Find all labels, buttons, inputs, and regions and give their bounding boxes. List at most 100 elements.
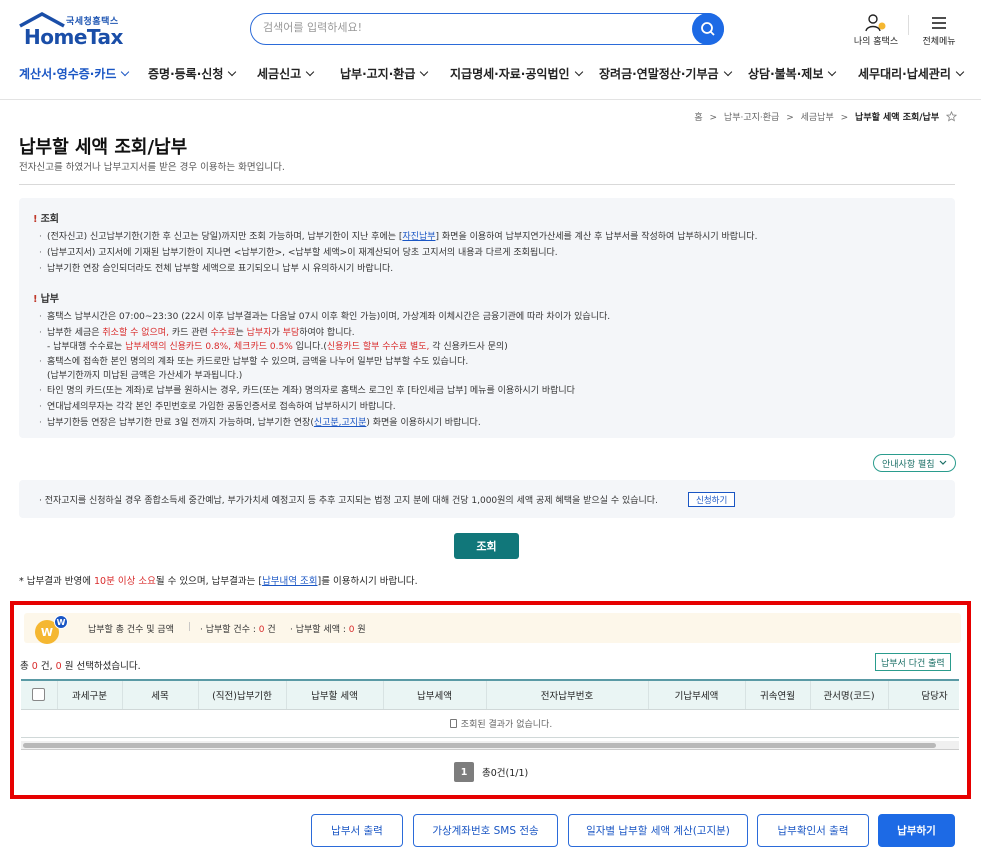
nav-label: 지급명세·자료·공익법인 — [450, 67, 570, 81]
notice-highlight: 부담 — [282, 328, 300, 338]
col-header[interactable]: (직전)납부기한 — [198, 681, 287, 710]
notice-text: ] 화면을 이용하여 납부지연가산세를 계산 후 납부서를 작성하여 납부하시기… — [435, 232, 758, 242]
nav-item-tax-return[interactable]: 세금신고 — [257, 65, 315, 82]
pay-button[interactable]: 납부하기 — [878, 814, 955, 847]
search-button[interactable] — [692, 13, 724, 45]
notice-item: 연대납세의무자는 각각 본인 주민번호로 가입한 공동인증서로 접속하여 납부하… — [33, 399, 941, 415]
col-header[interactable]: 과세구분 — [57, 681, 123, 710]
breadcrumb-level1[interactable]: 납부·고지·환급 — [724, 113, 779, 123]
nav-item-invoices[interactable]: 계산서·영수증·카드 — [19, 65, 130, 82]
e-notice-text: · 전자고지를 신청하실 경우 종합소득세 중간예납, 부가가치세 예정고지 등… — [39, 496, 658, 506]
sms-account-button[interactable]: 가상계좌번호 SMS 전송 — [413, 814, 558, 847]
nav-label: 세금신고 — [257, 67, 302, 81]
empty-text: 조회된 결과가 없습니다. — [460, 719, 553, 730]
page-info: 총0건(1/1) — [482, 768, 529, 779]
notice-text: ) 화면을 이용하시기 바랍니다. — [366, 418, 481, 428]
notice-highlight: 신용카드 할부 수수료 별도, — [326, 342, 430, 352]
notice-text: - 납부대행 수수료는 — [47, 342, 126, 352]
print-bill-button[interactable]: 납부서 출력 — [311, 814, 403, 847]
print-receipt-button[interactable]: 납부확인서 출력 — [757, 814, 869, 847]
nav-label: 장려금·연말정산·기부금 — [599, 67, 719, 81]
nav-item-tax-agent[interactable]: 세무대리·납세관리 — [858, 65, 965, 82]
notice-text: 입니다.( — [292, 342, 327, 352]
breadcrumb: 홈 > 납부·고지·환급 > 세금납부 > 납부할 세액 조회/납부 — [692, 110, 958, 123]
title-divider — [19, 184, 955, 185]
notice-item: 납부기한 연장 승인되더라도 전체 납부할 세액으로 표기되오니 납부 시 유의… — [33, 261, 941, 277]
breadcrumb-separator: > — [840, 113, 849, 123]
nav-divider — [0, 99, 981, 100]
notice-item: 납부기한등 연장은 납부기한 만료 3일 전까지 가능하며, 납부기한 연장(신… — [33, 415, 941, 431]
extension-link[interactable]: 신고분,고지분 — [314, 418, 367, 428]
star-icon[interactable] — [945, 110, 958, 122]
breadcrumb-level2[interactable]: 세금납부 — [801, 113, 834, 123]
col-header[interactable]: 귀속연월 — [745, 681, 811, 710]
nav-item-consultation[interactable]: 상담·불복·제보 — [748, 65, 837, 82]
col-header[interactable]: 납부할 세액 — [286, 681, 384, 710]
hometax-logo[interactable]: 국세청홈택스 HomeTax — [18, 12, 128, 49]
note-text: 될 수 있으며, 납부결과는 [ — [155, 576, 263, 587]
my-hometax-button[interactable]: 나의 홈택스 — [852, 12, 900, 47]
expand-label: 안내사항 펼침 — [882, 459, 935, 470]
notice-text: 납부기한등 연장은 납부기한 만료 3일 전까지 가능하며, 납부기한 연장( — [47, 418, 314, 428]
breadcrumb-current: 납부할 세액 조회/납부 — [855, 113, 940, 123]
chevron-down-icon — [228, 67, 237, 77]
e-notice-text-body: 전자고지를 신청하실 경우 종합소득세 중간예납, 부가가치세 예정고지 등 추… — [44, 496, 658, 506]
nav-label: 계산서·영수증·카드 — [19, 67, 117, 81]
query-button[interactable]: 조회 — [454, 533, 519, 559]
nav-item-certificates[interactable]: 증명·등록·신청 — [148, 65, 237, 82]
pagination: 1 총0건(1/1) — [454, 762, 528, 782]
empty-row: 조회된 결과가 없습니다. — [21, 709, 959, 738]
select-all-checkbox[interactable] — [32, 688, 46, 702]
notice-highlight: 납부세액의 신용카드 0.8%, 체크카드 0.5% — [125, 342, 293, 352]
chevron-down-icon — [121, 67, 130, 77]
notice-item: 홈택스에 접속한 본인 명의의 계좌 또는 카드로만 납부할 수 있으며, 금액… — [33, 355, 941, 369]
notice-item: 타인 명의 카드(또는 계좌)로 납부를 원하시는 경우, 카드(또는 계좌) … — [33, 383, 941, 399]
notice-item: (납부고지서) 고지서에 기재된 납부기한이 지나면 <납부기한>, <납부할 … — [33, 245, 941, 261]
payment-history-link[interactable]: 납부내역 조회 — [262, 576, 317, 587]
notice-item: (납부기한까지 미납된 금액은 가산세가 부과됩니다.) — [47, 371, 243, 381]
document-icon — [449, 718, 457, 728]
breadcrumb-home[interactable]: 홈 — [694, 113, 702, 123]
all-menu-button[interactable]: 전체메뉴 — [918, 12, 960, 47]
scrollbar-thumb[interactable] — [23, 743, 936, 748]
nav-item-payment[interactable]: 납부·고지·환급 — [340, 65, 429, 82]
col-header[interactable]: 납부세액 — [383, 681, 487, 710]
total-text: 건, — [37, 661, 56, 672]
search-input[interactable] — [263, 21, 683, 34]
notice-item: - 납부대행 수수료는 납부세액의 신용카드 0.8%, 체크카드 0.5% 입… — [33, 341, 941, 353]
self-payment-link[interactable]: 자진납부 — [402, 232, 435, 242]
page-number-button[interactable]: 1 — [454, 762, 474, 782]
horizontal-scrollbar[interactable] — [21, 741, 959, 750]
select-all-cell — [21, 681, 58, 710]
nav-label: 납부·고지·환급 — [340, 67, 416, 81]
nav-label: 세무대리·납세관리 — [858, 67, 951, 81]
nav-label: 증명·등록·신청 — [148, 67, 224, 81]
summary-bar: W W 납부할 총 건수 및 금액 | · 납부할 건수 : 0 건 · 납부할… — [24, 613, 961, 644]
note-text: ]를 이용하시기 바랍니다. — [317, 576, 418, 587]
nav-item-incentives[interactable]: 장려금·연말정산·기부금 — [599, 65, 732, 82]
col-header[interactable]: 담당자 — [888, 681, 959, 710]
col-header[interactable]: 전자납부번호 — [486, 681, 649, 710]
notice-text: 는 — [235, 328, 247, 338]
expand-notice-button[interactable]: 안내사항 펼침 — [873, 454, 956, 472]
col-header[interactable]: 기납부세액 — [648, 681, 746, 710]
note-text: 납부결과 반영에 — [26, 576, 95, 587]
exclamation-icon: ! — [33, 294, 38, 305]
notice-item: 홈택스 납부시간은 07:00~23:30 (22시 이후 납부결과는 다음날 … — [33, 309, 941, 325]
result-section: W W 납부할 총 건수 및 금액 | · 납부할 건수 : 0 건 · 납부할… — [10, 601, 971, 799]
search-icon — [701, 22, 715, 36]
col-header[interactable]: 세목 — [122, 681, 199, 710]
daily-tax-calc-button[interactable]: 일자별 납부할 세액 계산(고지분) — [568, 814, 748, 847]
summary-divider: | — [188, 622, 192, 632]
search-box — [250, 13, 724, 45]
section-title-text: 조회 — [40, 214, 59, 225]
apply-button[interactable]: 신청하기 — [688, 492, 736, 507]
notice-text: 납부한 세금은 — [47, 328, 103, 338]
print-multiple-button[interactable]: 납부서 다건 출력 — [875, 653, 951, 671]
col-header[interactable]: 관서명(코드) — [810, 681, 889, 710]
nav-item-statements[interactable]: 지급명세·자료·공익법인 — [450, 65, 583, 82]
breadcrumb-separator: > — [786, 113, 794, 123]
notice-text: 하여야 합니다. — [299, 328, 355, 338]
wetax-badge-icon: W — [54, 615, 68, 629]
count-unit: 건 — [264, 625, 276, 635]
